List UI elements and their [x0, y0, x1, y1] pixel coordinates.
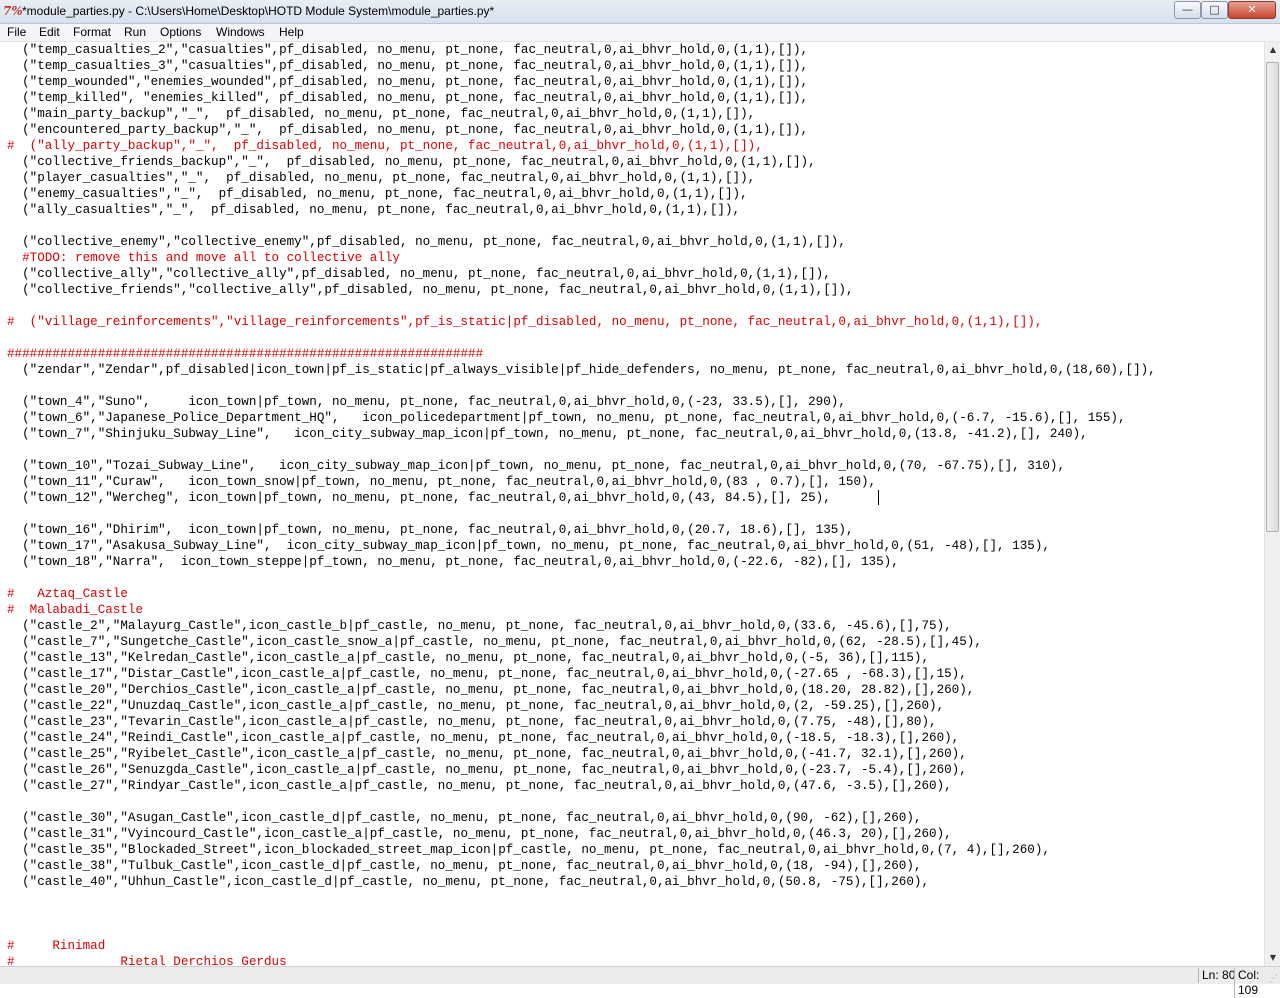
code-line: ("castle_2","Malayurg_Castle",icon_castl… [7, 619, 952, 633]
code-line: ("main_party_backup","_", pf_disabled, n… [7, 107, 756, 121]
code-line: ("town_16","Dhirim", icon_town|pf_town, … [7, 523, 854, 537]
code-line: ("castle_40","Uhhun_Castle",icon_castle_… [7, 875, 930, 889]
scroll-up-arrow-icon[interactable]: ▲ [1266, 42, 1280, 58]
code-line: ("castle_22","Unuzdaq_Castle",icon_castl… [7, 699, 945, 713]
title-bar[interactable]: 7% *module_parties.py - C:\Users\Home\De… [0, 0, 1280, 24]
code-line: ("town_11","Curaw", icon_town_snow|pf_to… [7, 475, 877, 489]
comment-line: #TODO: remove this and move all to colle… [7, 251, 400, 265]
code-line: ("zendar","Zendar",pf_disabled|icon_town… [7, 363, 1156, 377]
code-line: ("castle_13","Kelredan_Castle",icon_cast… [7, 651, 930, 665]
status-bar: Ln: 80 Col: 109 ⋰ [0, 966, 1280, 998]
code-text-area[interactable]: ("temp_casualties_2","casualties",pf_dis… [7, 42, 1156, 966]
comment-line: # Malabadi_Castle [7, 603, 144, 617]
code-line: ("castle_30","Asugan_Castle",icon_castle… [7, 811, 922, 825]
code-line: ("town_7","Shinjuku_Subway_Line", icon_c… [7, 427, 1088, 441]
code-line: ("collective_ally","collective_ally",pf_… [7, 267, 831, 281]
text-cursor [878, 490, 879, 505]
close-button[interactable]: ✕ [1228, 1, 1276, 19]
window-title: *module_parties.py - C:\Users\Home\Deskt… [22, 4, 495, 18]
code-line: ("castle_25","Ryibelet_Castle",icon_cast… [7, 747, 967, 761]
code-line: ("town_6","Japanese_Police_Department_HQ… [7, 411, 1126, 425]
menu-help[interactable]: Help [279, 25, 304, 40]
maximize-button[interactable]: □ [1201, 1, 1228, 19]
code-line: ("town_12","Wercheg", icon_town|pf_town,… [7, 491, 831, 505]
menu-run[interactable]: Run [124, 25, 146, 40]
code-line: ("collective_enemy","collective_enemy",p… [7, 235, 846, 249]
code-line: ("temp_casualties_3","casualties",pf_dis… [7, 59, 809, 73]
code-editor[interactable]: ("temp_casualties_2","casualties",pf_dis… [0, 42, 1264, 966]
code-line: ("collective_friends","collective_ally",… [7, 283, 854, 297]
code-line: ("temp_killed", "enemies_killed", pf_dis… [7, 91, 809, 105]
code-line: ("castle_27","Rindyar_Castle",icon_castl… [7, 779, 952, 793]
code-line: ("castle_35","Blockaded_Street",icon_blo… [7, 843, 1050, 857]
code-line: ("town_4","Suno", icon_town|pf_town, no_… [7, 395, 846, 409]
code-line: ("castle_23","Tevarin_Castle",icon_castl… [7, 715, 937, 729]
vertical-scrollbar[interactable]: ▲ ▼ [1264, 42, 1280, 966]
menu-edit[interactable]: Edit [39, 25, 60, 40]
scroll-down-arrow-icon[interactable]: ▼ [1266, 950, 1280, 966]
code-line: ("castle_26","Senuzgda_Castle",icon_cast… [7, 763, 967, 777]
code-line: ("ally_casualties","_", pf_disabled, no_… [7, 203, 741, 217]
comment-line: # ("village_reinforcements","village_rei… [7, 315, 1043, 329]
code-line: ("enemy_casualties","_", pf_disabled, no… [7, 187, 748, 201]
code-line: ("town_10","Tozai_Subway_Line", icon_cit… [7, 459, 1066, 473]
comment-line: ########################################… [7, 347, 484, 361]
minimize-button[interactable]: — [1174, 1, 1201, 19]
scroll-thumb[interactable] [1266, 62, 1279, 532]
comment-line: # Rinimad [7, 939, 106, 953]
code-line: ("town_17","Asakusa_Subway_Line", icon_c… [7, 539, 1050, 553]
menu-options[interactable]: Options [160, 25, 201, 40]
code-line: ("town_18","Narra", icon_town_steppe|pf_… [7, 555, 899, 569]
idle-app-icon: 7% [3, 4, 23, 18]
comment-line: # Rietal Derchios Gerdus [7, 955, 287, 966]
code-line: ("castle_7","Sungetche_Castle",icon_cast… [7, 635, 982, 649]
comment-line: # Aztaq_Castle [7, 587, 128, 601]
code-line: ("temp_casualties_2","casualties",pf_dis… [7, 43, 809, 57]
menu-bar: File Edit Format Run Options Windows Hel… [0, 24, 1280, 42]
code-line: ("castle_17","Distar_Castle",icon_castle… [7, 667, 967, 681]
code-line: ("temp_wounded","enemies_wounded",pf_dis… [7, 75, 809, 89]
resize-grip-icon[interactable]: ⋰ [1269, 973, 1279, 983]
code-line: ("castle_20","Derchios_Castle",icon_cast… [7, 683, 975, 697]
menu-windows[interactable]: Windows [216, 25, 265, 40]
code-line: ("castle_31","Vyincourd_Castle",icon_cas… [7, 827, 952, 841]
menu-file[interactable]: File [7, 25, 26, 40]
code-line: ("encountered_party_backup","_", pf_disa… [7, 123, 809, 137]
code-line: ("castle_38","Tulbuk_Castle",icon_castle… [7, 859, 922, 873]
code-line: ("player_casualties","_", pf_disabled, n… [7, 171, 756, 185]
status-line-number: Ln: 80 [1198, 968, 1235, 983]
menu-format[interactable]: Format [73, 25, 111, 40]
code-line: ("castle_24","Reindi_Castle",icon_castle… [7, 731, 960, 745]
code-line: ("collective_friends_backup","_", pf_dis… [7, 155, 816, 169]
comment-line: # ("ally_party_backup","_", pf_disabled,… [7, 139, 763, 153]
